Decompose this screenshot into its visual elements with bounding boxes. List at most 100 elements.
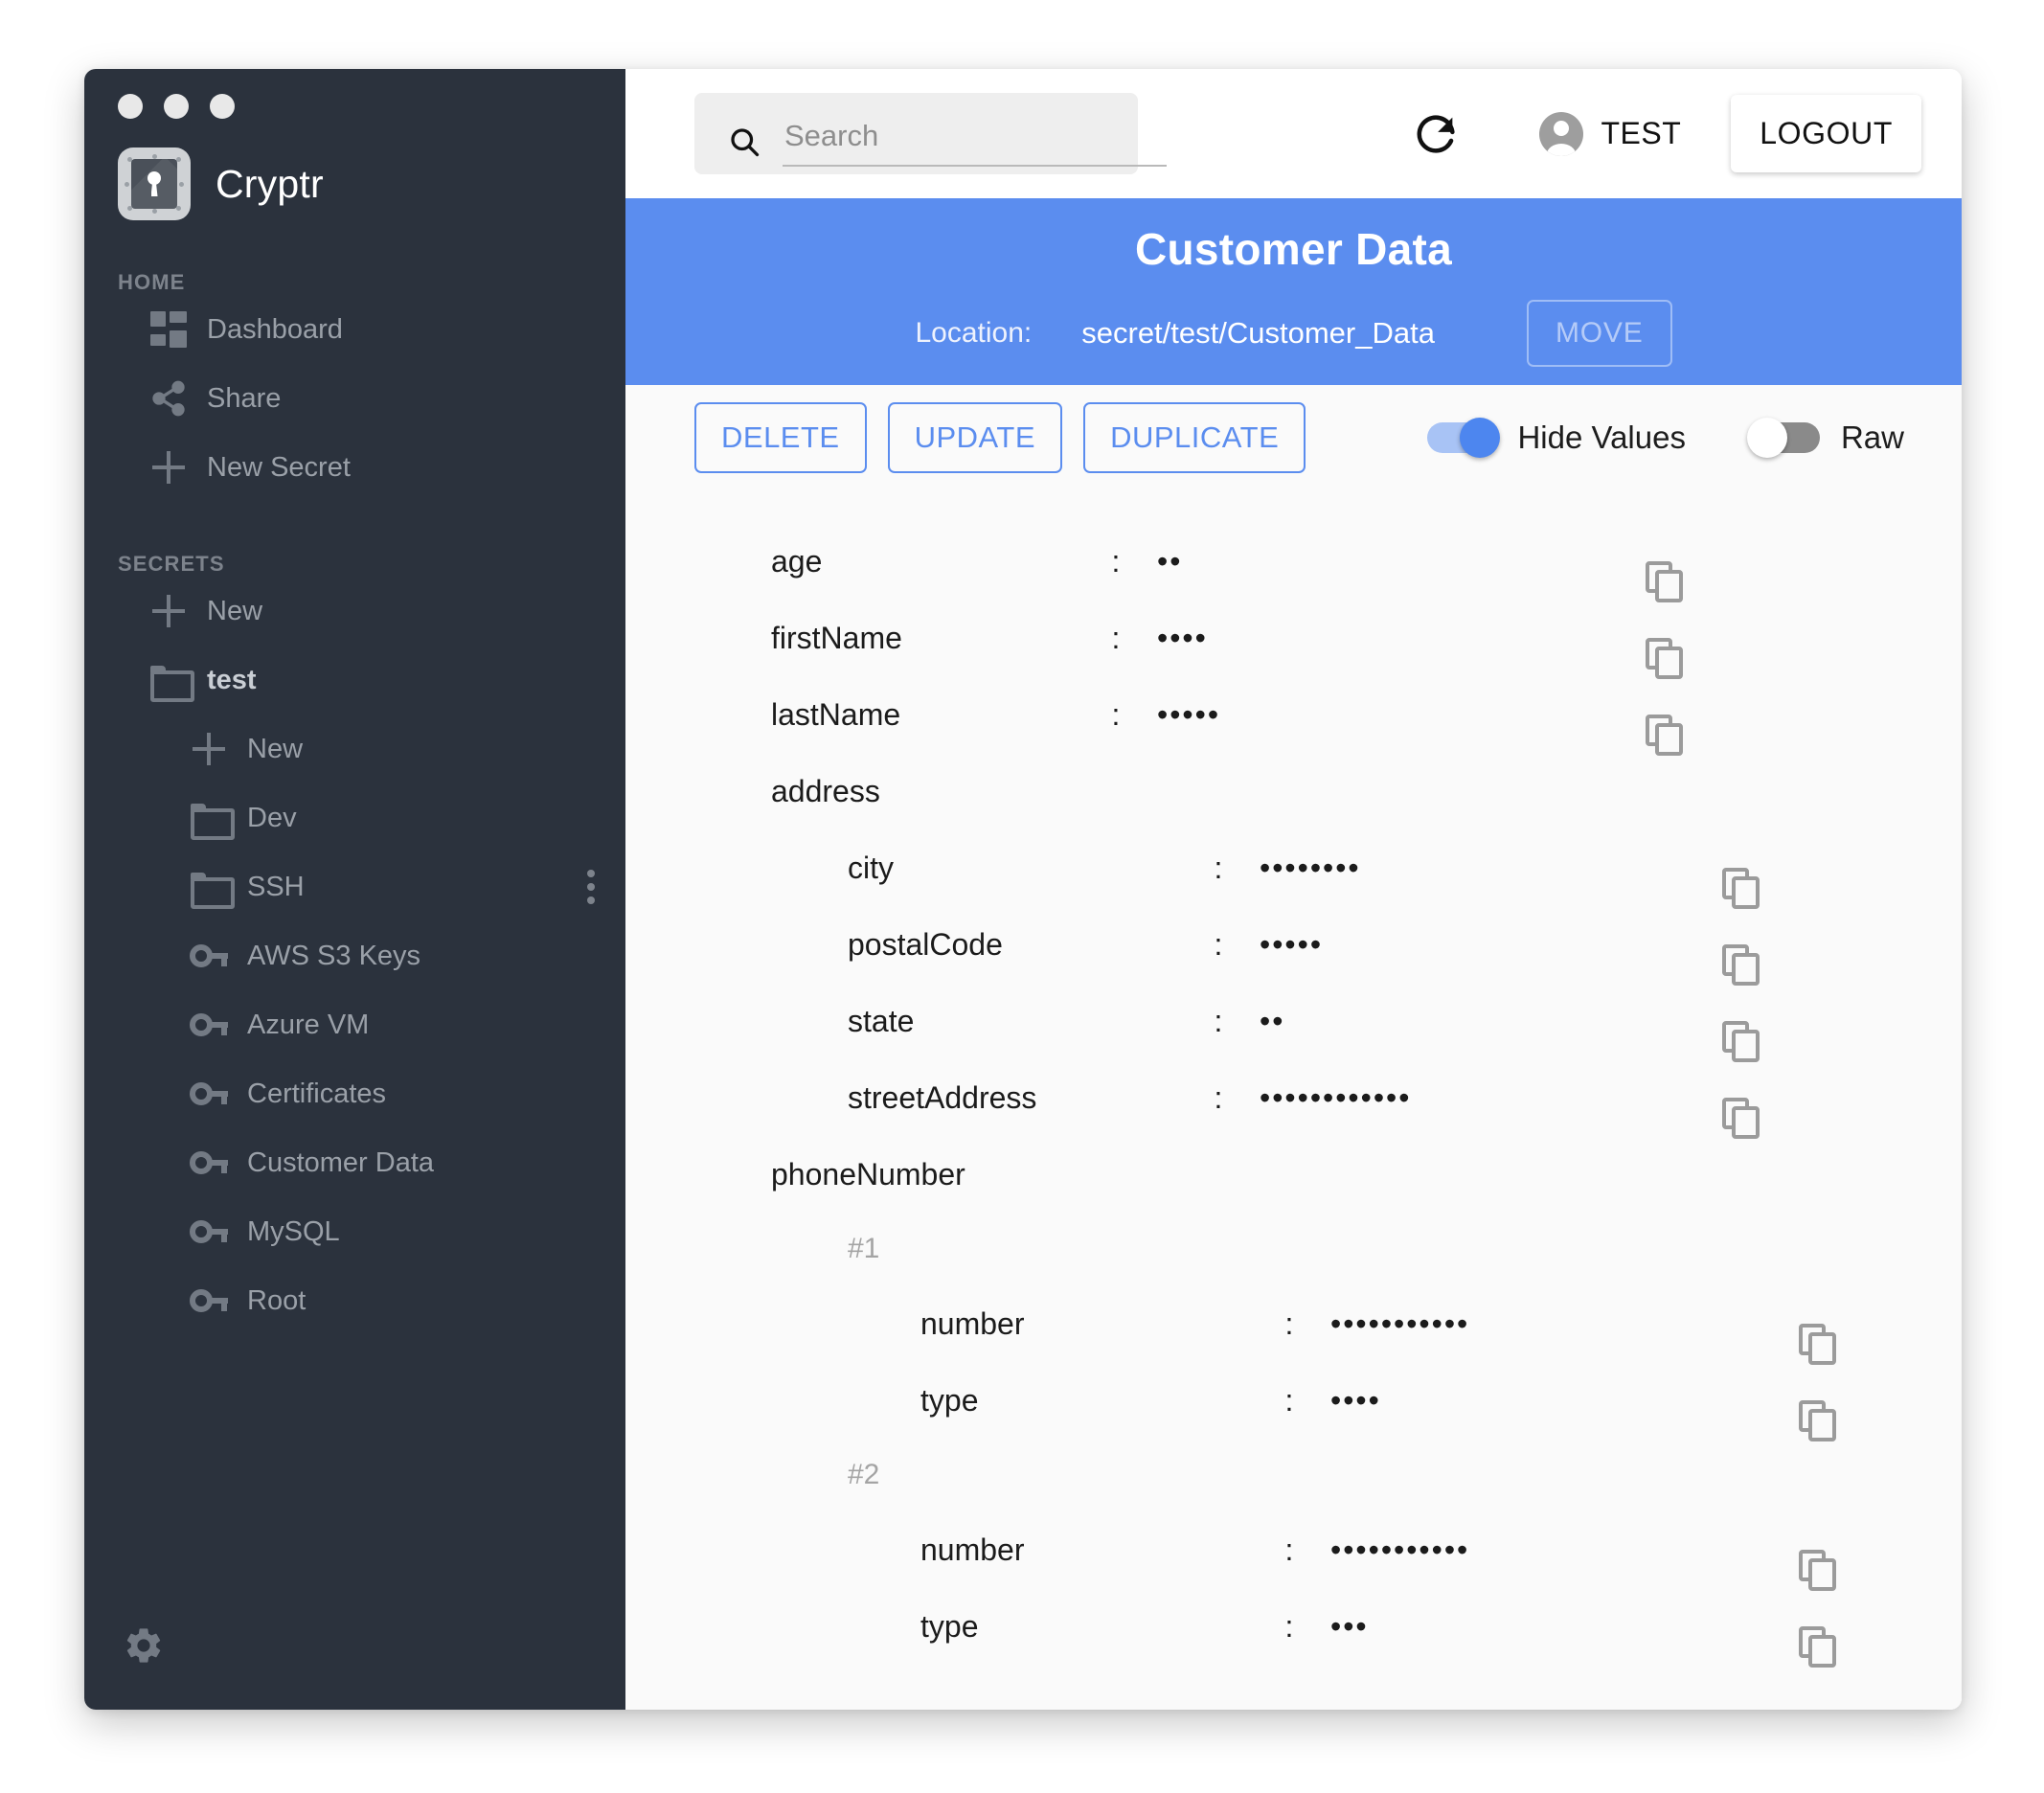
sidebar-item-share[interactable]: Share [84,364,625,433]
sidebar-item-test[interactable]: test [84,646,625,715]
field-row: state : •• [625,983,1962,1059]
sidebar-item-label: Azure VM [236,1010,369,1041]
sidebar-item-label: New Secret [195,452,351,484]
sidebar-footer [84,1624,625,1710]
key-icon [182,1289,236,1312]
update-button[interactable]: UPDATE [888,402,1062,473]
user-name: TEST [1601,116,1681,151]
field-key: number [920,1306,1275,1342]
sidebar-item-root[interactable]: Root [84,1266,625,1335]
maximize-window-button[interactable] [210,94,235,119]
secret-header: Customer Data Location: secret/test/Cust… [625,198,1962,385]
secret-location-row: Location: secret/test/Customer_Data MOVE [915,300,1671,367]
sidebar-item-new[interactable]: New [84,577,625,646]
close-window-button[interactable] [118,94,143,119]
sidebar-item-dashboard[interactable]: Dashboard [84,295,625,364]
minimize-window-button[interactable] [164,94,189,119]
folder-icon [182,804,236,832]
move-button[interactable]: MOVE [1527,300,1672,367]
sidebar-item-customer-data[interactable]: Customer Data [84,1128,625,1197]
field-row: firstName : •••• [625,600,1962,676]
field-value-masked: ••••• [1157,699,1220,730]
sidebar-item-certificates[interactable]: Certificates [84,1059,625,1128]
field-value-masked: •••• [1330,1385,1381,1416]
field-value-masked: •••• [1157,623,1208,653]
field-value-masked: ••••• [1260,929,1323,960]
field-row: postalCode : ••••• [625,906,1962,983]
sidebar-item-label: AWS S3 Keys [236,941,420,972]
logout-button[interactable]: LOGOUT [1731,95,1921,172]
field-row: type : ••• [625,1588,1962,1665]
sidebar-item-ssh[interactable]: SSH [84,852,625,921]
sidebar-item-mysql[interactable]: MySQL [84,1197,625,1266]
sidebar-item-new-nested[interactable]: New [84,715,625,783]
field-key: state [848,1004,1204,1039]
hide-values-switch[interactable] [1427,422,1496,453]
plus-icon [182,733,236,765]
search-input[interactable] [783,119,1167,167]
sidebar-item-label: test [195,665,257,696]
raw-toggle[interactable]: Raw [1751,420,1904,456]
array-index-label: #2 [625,1439,1962,1511]
field-value-masked: ••• [1330,1611,1369,1642]
field-key: lastName [771,697,1101,733]
search-icon [727,125,761,159]
field-colon: : [1275,1609,1304,1645]
user-chip[interactable]: TEST [1539,112,1681,156]
field-colon: : [1204,1080,1233,1116]
topbar-right: TEST LOGOUT [1411,95,1921,172]
field-row: number : ••••••••••• [625,1285,1962,1362]
sidebar-section-secrets-label: SECRETS [84,552,625,577]
field-colon: : [1204,927,1233,963]
field-row: type : •••• [625,1362,1962,1439]
key-icon [182,1013,236,1036]
field-row: lastName : ••••• [625,676,1962,753]
field-value-masked: ••••••••••• [1330,1534,1469,1565]
field-row: streetAddress : •••••••••••• [625,1059,1962,1136]
topbar: TEST LOGOUT [625,69,1962,198]
field-key: type [920,1609,1275,1645]
field-colon: : [1275,1532,1304,1568]
location-label: Location: [915,317,1032,350]
sidebar-item-label: SSH [236,872,305,903]
delete-button[interactable]: DELETE [694,402,867,473]
gear-icon[interactable] [123,1624,165,1667]
sidebar: Cryptr HOME Dashboard Share [84,69,625,1710]
field-value-masked: •• [1157,546,1182,577]
field-colon: : [1275,1306,1304,1342]
more-options-icon[interactable] [587,870,595,904]
share-nodes-icon [142,379,195,418]
sidebar-item-dev[interactable]: Dev [84,783,625,852]
duplicate-button[interactable]: DUPLICATE [1083,402,1306,473]
main-content: TEST LOGOUT Customer Data Location: secr… [625,69,1962,1710]
secret-fields: age : •• firstName : •••• lastNa [625,490,1962,1710]
brand-name: Cryptr [216,162,324,207]
sidebar-section-home-label: HOME [84,270,625,295]
app-window: Cryptr HOME Dashboard Share [84,69,1962,1710]
field-key: type [920,1383,1275,1419]
field-row: age : •• [625,523,1962,600]
sidebar-item-azure-vm[interactable]: Azure VM [84,990,625,1059]
field-value-masked: •• [1260,1006,1284,1036]
toolbar: DELETE UPDATE DUPLICATE Hide Values Raw [625,385,1962,490]
refresh-icon[interactable] [1411,109,1461,159]
plus-icon [142,451,195,484]
sidebar-item-new-secret[interactable]: New Secret [84,433,625,502]
field-key: postalCode [848,927,1204,963]
key-icon [182,1151,236,1174]
sidebar-item-label: Dashboard [195,314,343,346]
key-icon [182,1082,236,1105]
field-key: streetAddress [848,1080,1204,1116]
sidebar-item-aws-s3-keys[interactable]: AWS S3 Keys [84,921,625,990]
field-key: number [920,1532,1275,1568]
field-value-masked: •••••••••••• [1260,1082,1411,1113]
location-value: secret/test/Customer_Data [1081,316,1435,351]
hide-values-toggle[interactable]: Hide Values [1427,420,1686,456]
sidebar-item-label: MySQL [236,1216,340,1248]
field-colon: : [1204,851,1233,886]
raw-switch[interactable] [1751,422,1820,453]
search-box[interactable] [694,93,1138,174]
raw-label: Raw [1841,420,1904,456]
field-row: city : •••••••• [625,829,1962,906]
sidebar-item-label: Certificates [236,1078,386,1110]
